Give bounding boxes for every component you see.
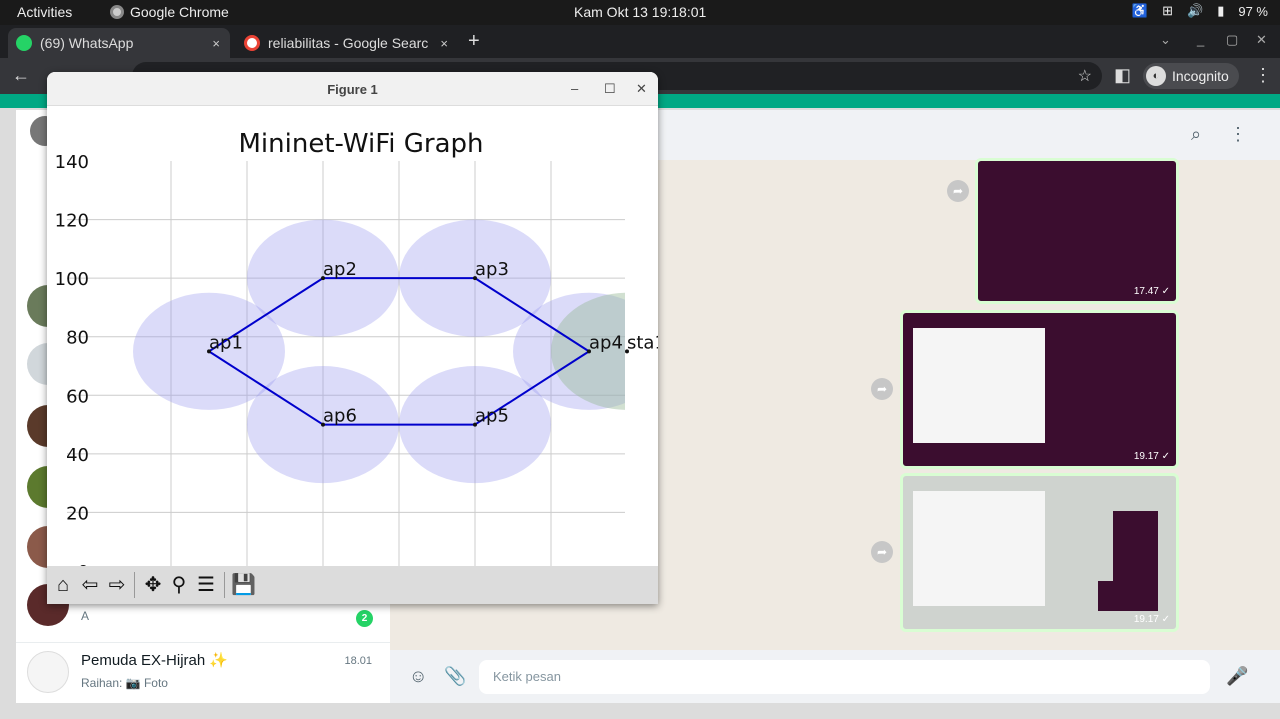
app-name: Google Chrome (130, 4, 229, 20)
node-label-ap2: ap2 (323, 259, 357, 280)
y-tick-label: 80 (66, 328, 89, 349)
chat-preview: A (81, 609, 90, 623)
pan-icon[interactable]: ✥ (141, 573, 165, 597)
separator (224, 572, 225, 598)
y-tick-label: 60 (66, 386, 89, 407)
save-icon[interactable]: 💾 (231, 573, 256, 597)
unread-badge: 2 (356, 610, 373, 627)
home-icon[interactable]: ⌂ (51, 573, 75, 597)
group-avatar (27, 651, 69, 693)
message-input[interactable]: Ketik pesan (479, 660, 1210, 694)
node-label-ap5: ap5 (475, 406, 509, 427)
incognito-label: Incognito (1172, 68, 1229, 84)
emoji-icon[interactable]: ☺ (409, 666, 427, 687)
forward-arrow-icon[interactable]: ⇨ (105, 573, 129, 597)
tab-label: (69) WhatsApp (40, 35, 134, 51)
image-message[interactable]: 19.17 ✓ (900, 310, 1179, 469)
incognito-icon: ◐ (1146, 66, 1166, 86)
close-tab-icon[interactable]: × (440, 36, 448, 51)
y-tick-label: 40 (66, 445, 89, 466)
chat-time: 18.01 (344, 655, 372, 667)
message-time: 19.17 ✓ (1133, 451, 1170, 462)
forward-icon[interactable]: ➦ (871, 378, 893, 400)
tab-strip: (69) WhatsApp × reliabilitas - Google Se… (0, 25, 1280, 58)
image-message[interactable]: 17.47 ✓ (975, 158, 1179, 304)
forward-icon[interactable]: ➦ (947, 180, 969, 202)
battery-icon[interactable]: ▮ (1217, 3, 1224, 19)
accessibility-icon[interactable]: ♿ (1132, 3, 1148, 19)
tab-google-search[interactable]: reliabilitas - Google Searc × (236, 28, 458, 58)
figure-titlebar[interactable]: Figure 1 – ☐ ✕ (47, 72, 658, 106)
thumbnail-terminal (1098, 581, 1158, 611)
attach-icon[interactable]: 📎 (444, 666, 466, 687)
figure-window[interactable]: Figure 1 – ☐ ✕ Mininet-WiFi Graph ap1 ap2… (47, 72, 658, 604)
chrome-icon (110, 5, 124, 19)
chat-name: Pemuda EX-Hijrah ✨ (81, 652, 229, 669)
minimize-icon[interactable]: _ (1197, 32, 1204, 47)
node-label-ap4: ap4 (589, 332, 623, 353)
minimize-icon[interactable]: – (571, 81, 578, 96)
plot-canvas[interactable]: Mininet-WiFi Graph ap1 ap2 ap3 ap4 ap5 ap6 sta… (47, 106, 658, 566)
forward-icon[interactable]: ➦ (871, 541, 893, 563)
chrome-menu-icon[interactable]: ⋮ (1254, 65, 1272, 86)
configure-subplots-icon[interactable]: ☰ (194, 573, 218, 597)
menu-icon[interactable]: ⋮ (1229, 124, 1247, 145)
tab-search-icon[interactable]: ⌄ (1160, 32, 1171, 48)
y-tick-label: 120 (55, 211, 89, 232)
thumbnail-terminal (1113, 511, 1158, 581)
image-message[interactable]: 19.17 ✓ (900, 473, 1179, 632)
matplotlib-toolbar: ⌂ ⇦ ⇨ ✥ ⚲ ☰ 💾 (47, 566, 658, 604)
bookmark-star-icon[interactable]: ☆ (1078, 66, 1092, 86)
search-icon[interactable]: ⌕ (1191, 124, 1201, 145)
figure-title: Figure 1 (327, 82, 378, 97)
activities-button[interactable]: Activities (17, 4, 72, 20)
y-tick-label: 140 (55, 152, 89, 173)
chat-preview: Raihan: 📷 Foto (81, 676, 168, 690)
close-icon[interactable]: ✕ (636, 81, 647, 97)
microphone-icon[interactable]: 🎤 (1226, 666, 1248, 687)
thumbnail-figure (913, 491, 1045, 606)
back-icon[interactable]: ← (12, 65, 30, 86)
incognito-indicator[interactable]: ◐ Incognito (1143, 63, 1239, 89)
node-label-sta1: sta1 (627, 332, 658, 353)
node-label-ap1: ap1 (209, 332, 243, 353)
new-tab-button[interactable]: + (468, 30, 480, 53)
message-time: 19.17 ✓ (1133, 614, 1170, 625)
tab-whatsapp[interactable]: (69) WhatsApp × (8, 28, 230, 58)
side-panel-icon[interactable]: ◧ (1114, 65, 1131, 86)
close-tab-icon[interactable]: × (212, 36, 220, 51)
node-label-ap3: ap3 (475, 259, 509, 280)
zoom-icon[interactable]: ⚲ (167, 573, 191, 597)
whatsapp-icon (16, 35, 32, 51)
volume-icon[interactable]: 🔊 (1187, 3, 1203, 19)
node-label-ap6: ap6 (323, 406, 357, 427)
google-icon (244, 35, 260, 51)
restore-icon[interactable]: ▢ (1226, 32, 1238, 48)
close-window-icon[interactable]: ✕ (1256, 32, 1267, 48)
chat-item[interactable]: Pemuda EX-Hijrah ✨ Raihan: 📷 Foto 18.01 (16, 642, 390, 708)
y-tick-label: 100 (55, 269, 89, 290)
back-arrow-icon[interactable]: ⇦ (78, 573, 102, 597)
chart-title: Mininet-WiFi Graph (238, 129, 483, 159)
system-top-bar: Activities Google Chrome Kam Okt 13 19:1… (0, 0, 1280, 25)
message-time: 17.47 ✓ (1133, 286, 1170, 297)
app-menu[interactable]: Google Chrome (110, 4, 229, 20)
thumbnail-figure (913, 328, 1045, 443)
separator (134, 572, 135, 598)
tab-label: reliabilitas - Google Searc (268, 35, 429, 51)
maximize-icon[interactable]: ☐ (604, 81, 616, 97)
battery-percent: 97 % (1238, 3, 1268, 19)
system-tray[interactable]: ♿ ⊞ 🔊 ▮ 97 % (1132, 3, 1268, 19)
y-tick-label: 20 (66, 503, 89, 524)
clock[interactable]: Kam Okt 13 19:18:01 (574, 4, 706, 20)
network-icon[interactable]: ⊞ (1162, 3, 1173, 19)
